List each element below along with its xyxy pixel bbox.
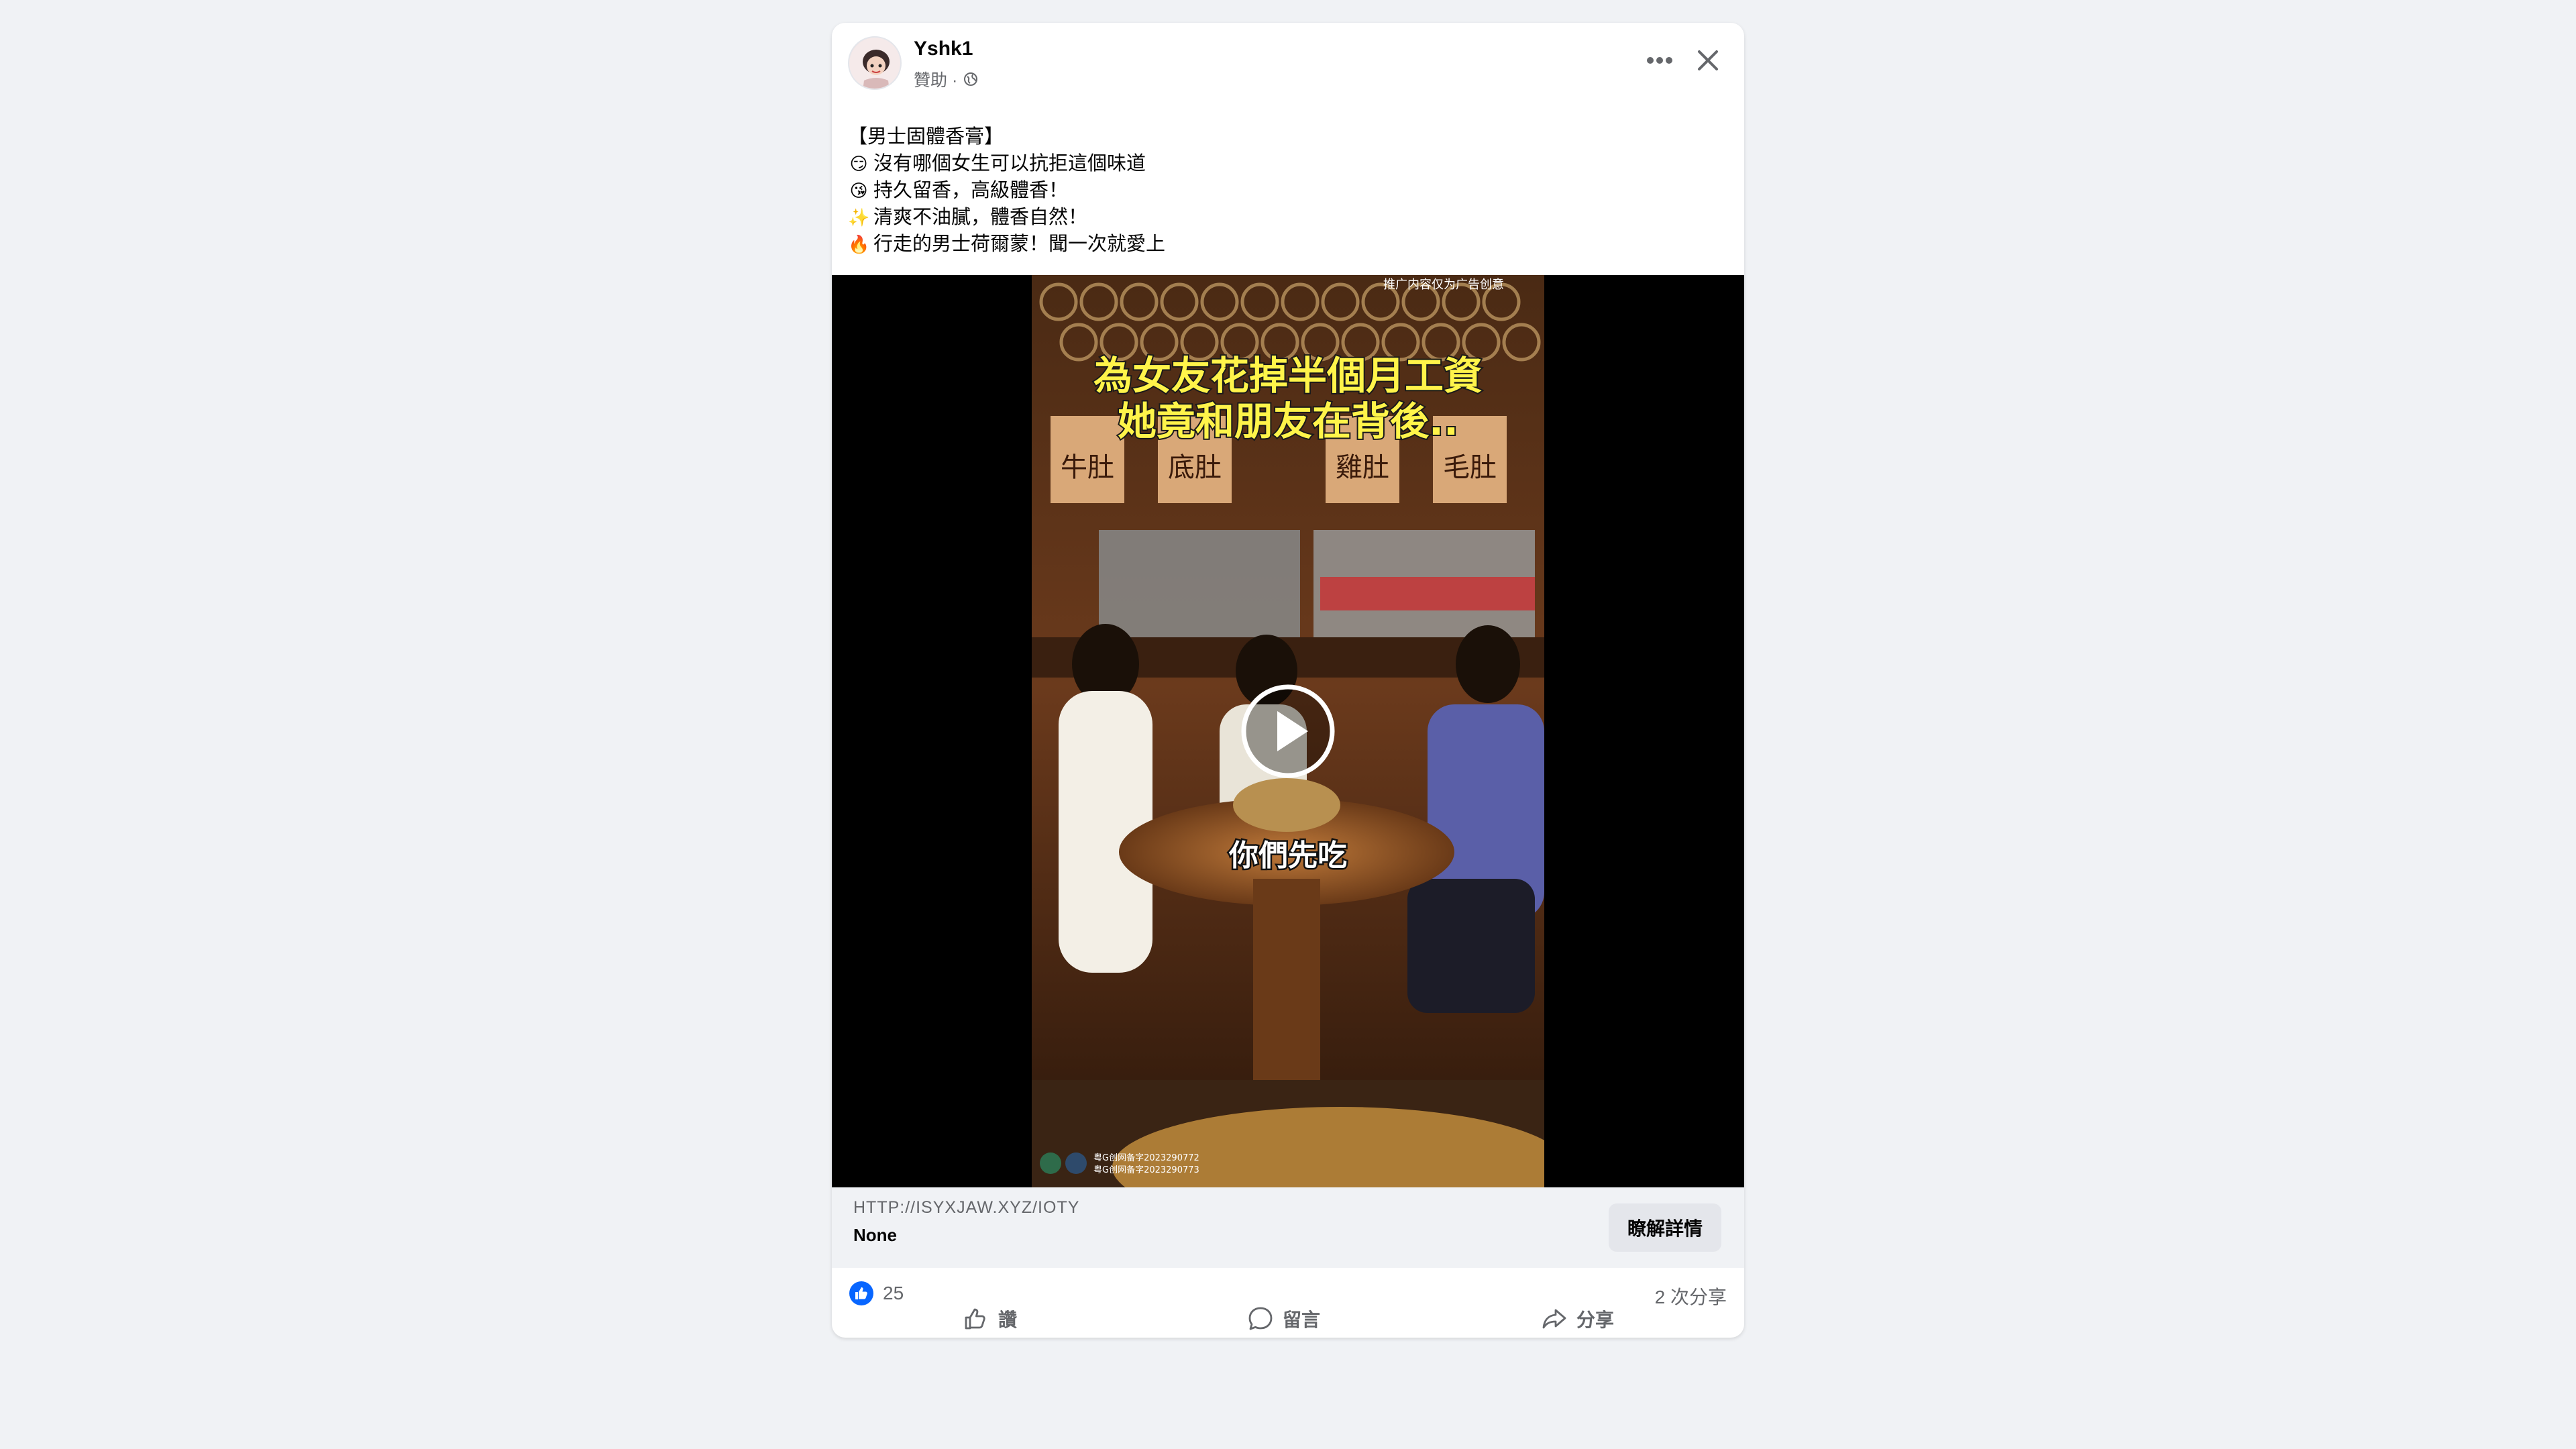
post-line: ✨ 清爽不油膩，體香自然！ <box>848 204 1720 231</box>
link-url[interactable]: HTTP://ISYXJAW.XYZ/IOTY <box>853 1198 1079 1218</box>
video-credit-line2: 粤G创网备字2023290773 <box>1093 1165 1199 1175</box>
sponsored-meta: 贊助 · <box>914 67 979 91</box>
like-reaction-icon[interactable] <box>849 1281 873 1305</box>
post-header: Yshk1 贊助 · <box>832 23 1744 103</box>
play-button-icon[interactable] <box>1241 684 1335 778</box>
video-headline-line2: 她竟和朋友在背後.. <box>1118 398 1458 444</box>
like-button-label: 讚 <box>998 1305 1017 1332</box>
share-button[interactable]: 分享 <box>1540 1304 1614 1334</box>
post-message: 【男士固體香膏】 😏 沒有哪個女生可以抗拒這個味道 😘 持久留香，高級體香！ ✨… <box>848 123 1720 258</box>
comment-button[interactable]: 留言 <box>1246 1304 1320 1334</box>
video-headline-line1: 為女友花掉半個月工資 <box>1093 353 1483 398</box>
share-arrow-icon <box>1540 1305 1568 1333</box>
post-line: 【男士固體香膏】 <box>848 123 1720 150</box>
author-name[interactable]: Yshk1 <box>914 38 973 60</box>
video-credit-line1: 粤G创网备字2023290772 <box>1093 1152 1199 1163</box>
post-actions: 讚 留言 分享 <box>832 1304 1744 1338</box>
more-options-button[interactable] <box>1641 42 1678 79</box>
link-title[interactable]: None <box>853 1225 897 1246</box>
post-line-text: 持久留香，高級體香！ <box>873 177 1068 204</box>
learn-more-button[interactable]: 瞭解詳情 <box>1609 1203 1721 1252</box>
avatar-illustration <box>849 38 902 90</box>
thumbs-up-icon <box>962 1305 990 1333</box>
like-count[interactable]: 25 <box>883 1283 904 1304</box>
smirk-emoji-icon: 😏 <box>848 150 869 177</box>
post-line-text: 清爽不油膩，體香自然！ <box>873 204 1087 231</box>
close-button[interactable] <box>1689 42 1727 79</box>
hanging-sign-1: 牛肚 <box>1061 452 1114 483</box>
share-button-label: 分享 <box>1576 1305 1614 1332</box>
video-subtitle: 你們先吃 <box>1228 839 1347 873</box>
post-line: 🔥 行走的男士荷爾蒙！聞一次就愛上 <box>848 231 1720 258</box>
hanging-sign-2: 底肚 <box>1168 452 1222 483</box>
comment-button-label: 留言 <box>1283 1305 1320 1332</box>
fire-emoji-icon: 🔥 <box>848 231 869 258</box>
ellipsis-icon <box>1646 56 1673 64</box>
close-icon <box>1697 49 1719 72</box>
globe-icon <box>963 71 979 87</box>
post-line-text: 行走的男士荷爾蒙！聞一次就愛上 <box>873 231 1165 258</box>
comment-icon <box>1246 1305 1275 1333</box>
author-avatar[interactable] <box>848 36 902 90</box>
sparkles-emoji-icon: ✨ <box>848 204 869 231</box>
hanging-sign-4: 毛肚 <box>1443 452 1497 483</box>
video-player[interactable]: 牛肚 底肚 雞肚 毛肚 <box>832 275 1744 1187</box>
like-button[interactable]: 讚 <box>962 1304 1017 1334</box>
hanging-sign-3: 雞肚 <box>1336 452 1389 483</box>
post-title-line: 【男士固體香膏】 <box>848 123 1004 150</box>
sponsored-post-card: Yshk1 贊助 · 【男士固體香膏】 😏 <box>832 23 1744 1338</box>
kiss-emoji-icon: 😘 <box>848 177 869 204</box>
post-line-text: 沒有哪個女生可以抗拒這個味道 <box>873 150 1146 177</box>
sponsored-label[interactable]: 贊助 · <box>914 67 957 91</box>
post-line: 😏 沒有哪個女生可以抗拒這個味道 <box>848 150 1720 177</box>
link-preview[interactable]: HTTP://ISYXJAW.XYZ/IOTY None 瞭解詳情 <box>832 1187 1744 1268</box>
post-line: 😘 持久留香，高級體香！ <box>848 177 1720 204</box>
video-corner-note: 推广内容仅为广告创意 <box>1383 278 1504 292</box>
